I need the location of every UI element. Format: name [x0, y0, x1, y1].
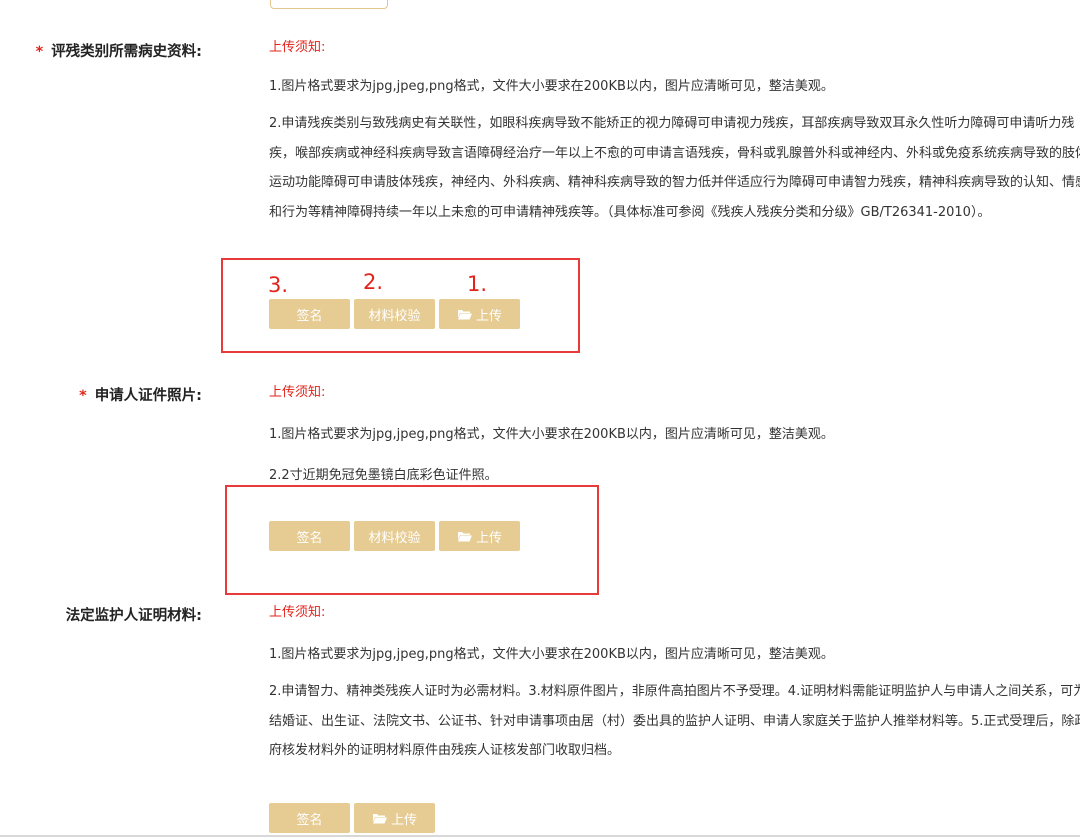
annotation-highlight-box: [225, 485, 599, 595]
annotation-number-2: 2.: [363, 270, 384, 294]
section-label: * 申请人证件照片:: [79, 388, 202, 404]
required-mark: *: [35, 44, 44, 60]
folder-open-icon: [372, 814, 387, 824]
previous-field-box: [270, 0, 388, 9]
notice-paragraph: 2.申请残疾类别与致残病史有关联性，如眼科疾病导致不能矫正的视力障碍可申请视力残…: [269, 116, 1080, 220]
upload-notice: 上传须知: 1.图片格式要求为jpg,jpeg,png格式，文件大小要求在200…: [269, 603, 1080, 766]
notice-title: 上传须知:: [269, 385, 326, 400]
upload-button[interactable]: 上传: [354, 803, 435, 833]
required-mark: *: [79, 388, 87, 404]
notice-paragraph: 2.申请智力、精神类残疾人证时为必需材料。3.材料原件图片，非原件高拍图片不予受…: [269, 684, 1080, 758]
notice-paragraph: 1.图片格式要求为jpg,jpeg,png格式，文件大小要求在200KB以内，图…: [269, 427, 834, 442]
upload-notice: 上传须知: 1.图片格式要求为jpg,jpeg,png格式，文件大小要求在200…: [269, 383, 1080, 486]
annotation-number-3: 3.: [268, 273, 289, 297]
notice-title: 上传须知:: [269, 40, 326, 55]
upload-notice: 上传须知: 1.图片格式要求为jpg,jpeg,png格式，文件大小要求在200…: [269, 38, 1080, 227]
annotation-number-1: 1.: [467, 272, 488, 296]
section-label: 法定监护人证明材料:: [65, 608, 202, 624]
sign-button[interactable]: 签名: [269, 803, 350, 833]
section-label: * 评残类别所需病史资料:: [35, 44, 202, 60]
action-buttons: 签名 上传: [269, 803, 435, 833]
notice-paragraph: 2.2寸近期免冠免墨镜白底彩色证件照。: [269, 468, 498, 483]
notice-paragraph: 1.图片格式要求为jpg,jpeg,png格式，文件大小要求在200KB以内，图…: [269, 79, 834, 94]
notice-paragraph: 1.图片格式要求为jpg,jpeg,png格式，文件大小要求在200KB以内，图…: [269, 647, 834, 662]
notice-title: 上传须知:: [269, 605, 326, 620]
